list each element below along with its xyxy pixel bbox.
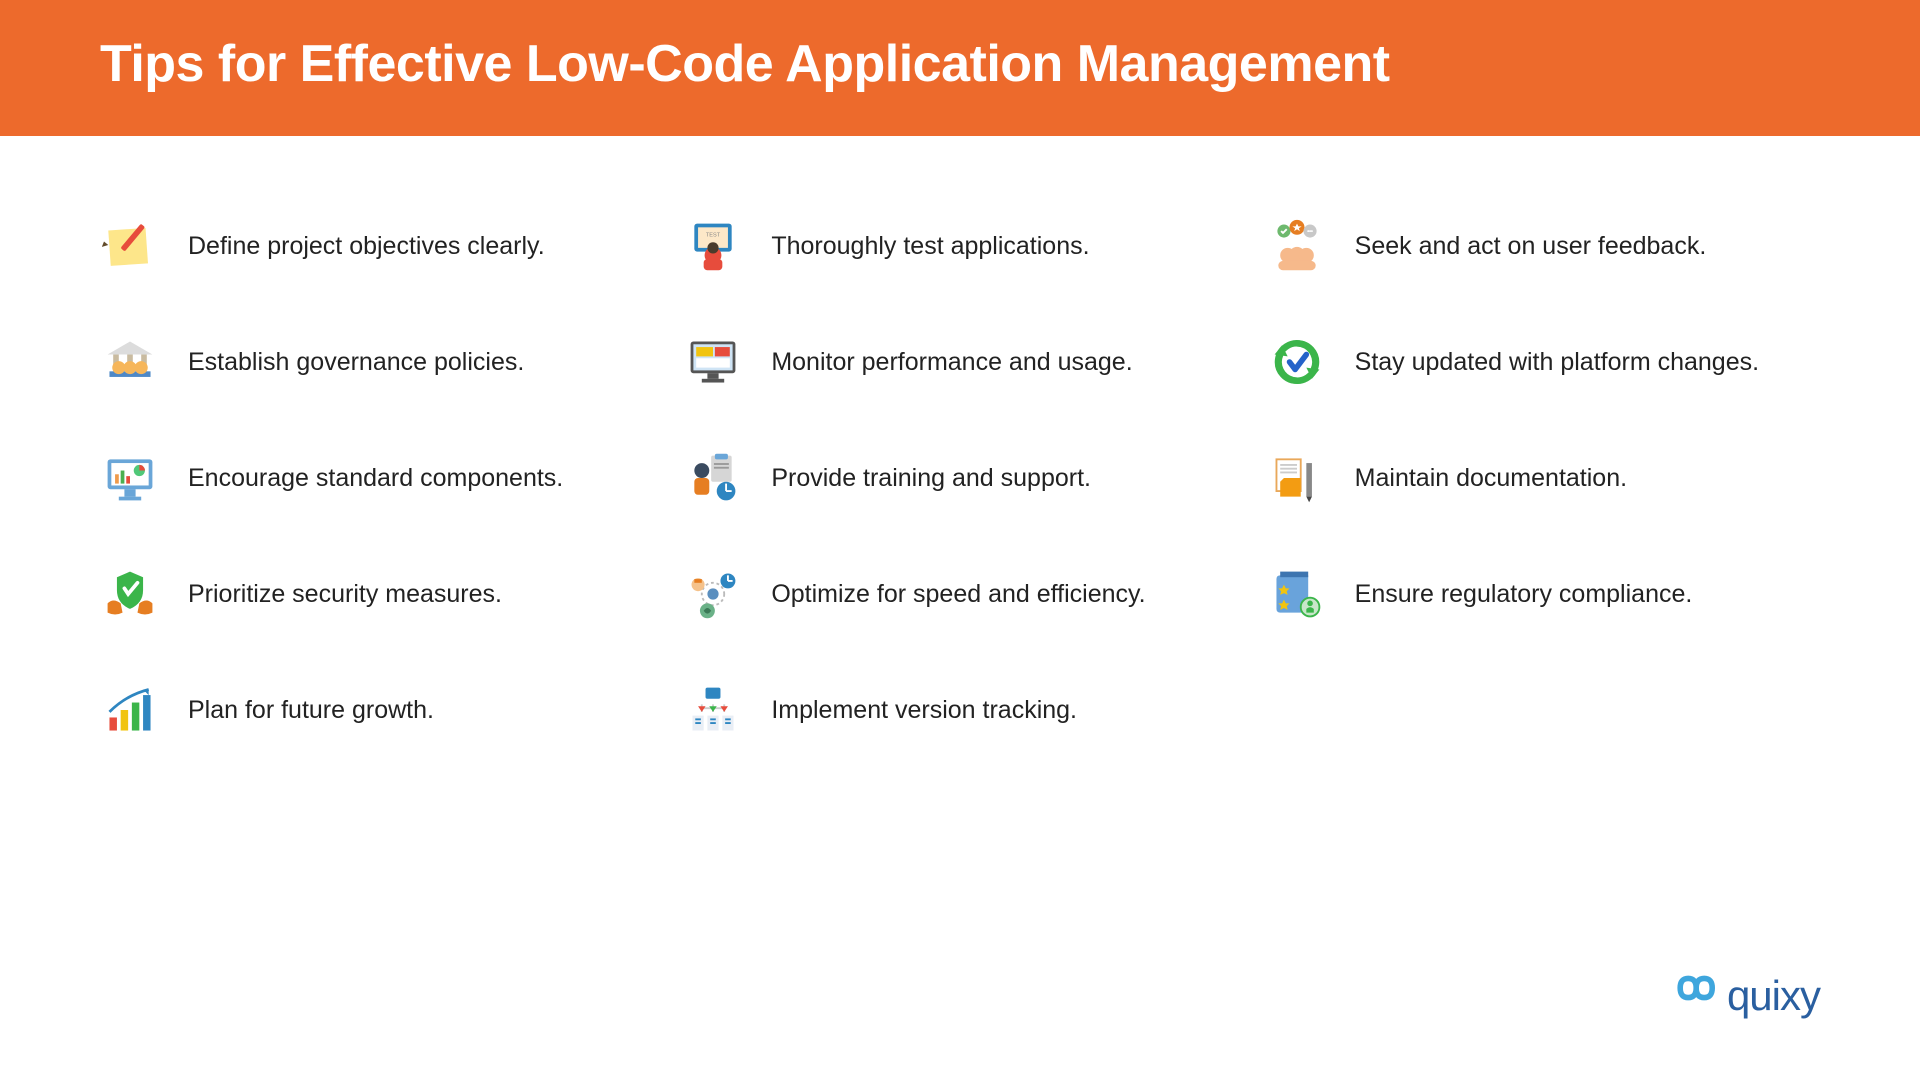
column-3: Seek and act on user feedback. Stay upda… (1267, 216, 1820, 740)
tip-item: Monitor performance and usage. (683, 332, 1236, 392)
tip-item: TEST Thoroughly test applications. (683, 216, 1236, 276)
tip-label: Optimize for speed and efficiency. (771, 580, 1145, 609)
tip-item: Stay updated with platform changes. (1267, 332, 1820, 392)
tip-label: Define project objectives clearly. (188, 232, 545, 261)
column-2: TEST Thoroughly test applications. (683, 216, 1236, 740)
tip-item: Maintain documentation. (1267, 448, 1820, 508)
shield-hands-icon (100, 564, 160, 624)
tip-item: Optimize for speed and efficiency. (683, 564, 1236, 624)
page-title: Tips for Effective Low-Code Application … (100, 34, 1820, 94)
monitor-icon (683, 332, 743, 392)
tip-label: Ensure regulatory compliance. (1355, 580, 1693, 609)
compliance-icon (1267, 564, 1327, 624)
document-folder-icon (1267, 448, 1327, 508)
note-pencil-icon (100, 216, 160, 276)
tip-item: Establish governance policies. (100, 332, 653, 392)
optimize-icon (683, 564, 743, 624)
header: Tips for Effective Low-Code Application … (0, 0, 1920, 136)
tip-item: Encourage standard components. (100, 448, 653, 508)
brand-name: quixy (1727, 972, 1820, 1020)
tip-label: Plan for future growth. (188, 696, 434, 725)
tip-label: Stay updated with platform changes. (1355, 348, 1759, 377)
version-tracking-icon (683, 680, 743, 740)
training-icon (683, 448, 743, 508)
governance-icon (100, 332, 160, 392)
tip-label: Monitor performance and usage. (771, 348, 1132, 377)
tip-label: Establish governance policies. (188, 348, 524, 377)
tip-label: Prioritize security measures. (188, 580, 502, 609)
tip-label: Provide training and support. (771, 464, 1091, 493)
tip-label: Maintain documentation. (1355, 464, 1627, 493)
tip-item: Implement version tracking. (683, 680, 1236, 740)
feedback-icon (1267, 216, 1327, 276)
content-grid: Define project objectives clearly. Estab… (0, 136, 1920, 740)
tip-label: Encourage standard components. (188, 464, 563, 493)
infinity-icon (1669, 972, 1717, 1020)
column-1: Define project objectives clearly. Estab… (100, 216, 653, 740)
svg-text:TEST: TEST (706, 233, 721, 239)
tip-item: Define project objectives clearly. (100, 216, 653, 276)
tip-item: Seek and act on user feedback. (1267, 216, 1820, 276)
refresh-check-icon (1267, 332, 1327, 392)
tip-label: Thoroughly test applications. (771, 232, 1089, 261)
tip-item: Plan for future growth. (100, 680, 653, 740)
brand-logo: quixy (1669, 972, 1820, 1020)
tip-item: Prioritize security measures. (100, 564, 653, 624)
tip-item: Provide training and support. (683, 448, 1236, 508)
tip-label: Seek and act on user feedback. (1355, 232, 1707, 261)
tip-item: Ensure regulatory compliance. (1267, 564, 1820, 624)
dashboard-icon (100, 448, 160, 508)
growth-chart-icon (100, 680, 160, 740)
testing-icon: TEST (683, 216, 743, 276)
tip-label: Implement version tracking. (771, 696, 1077, 725)
